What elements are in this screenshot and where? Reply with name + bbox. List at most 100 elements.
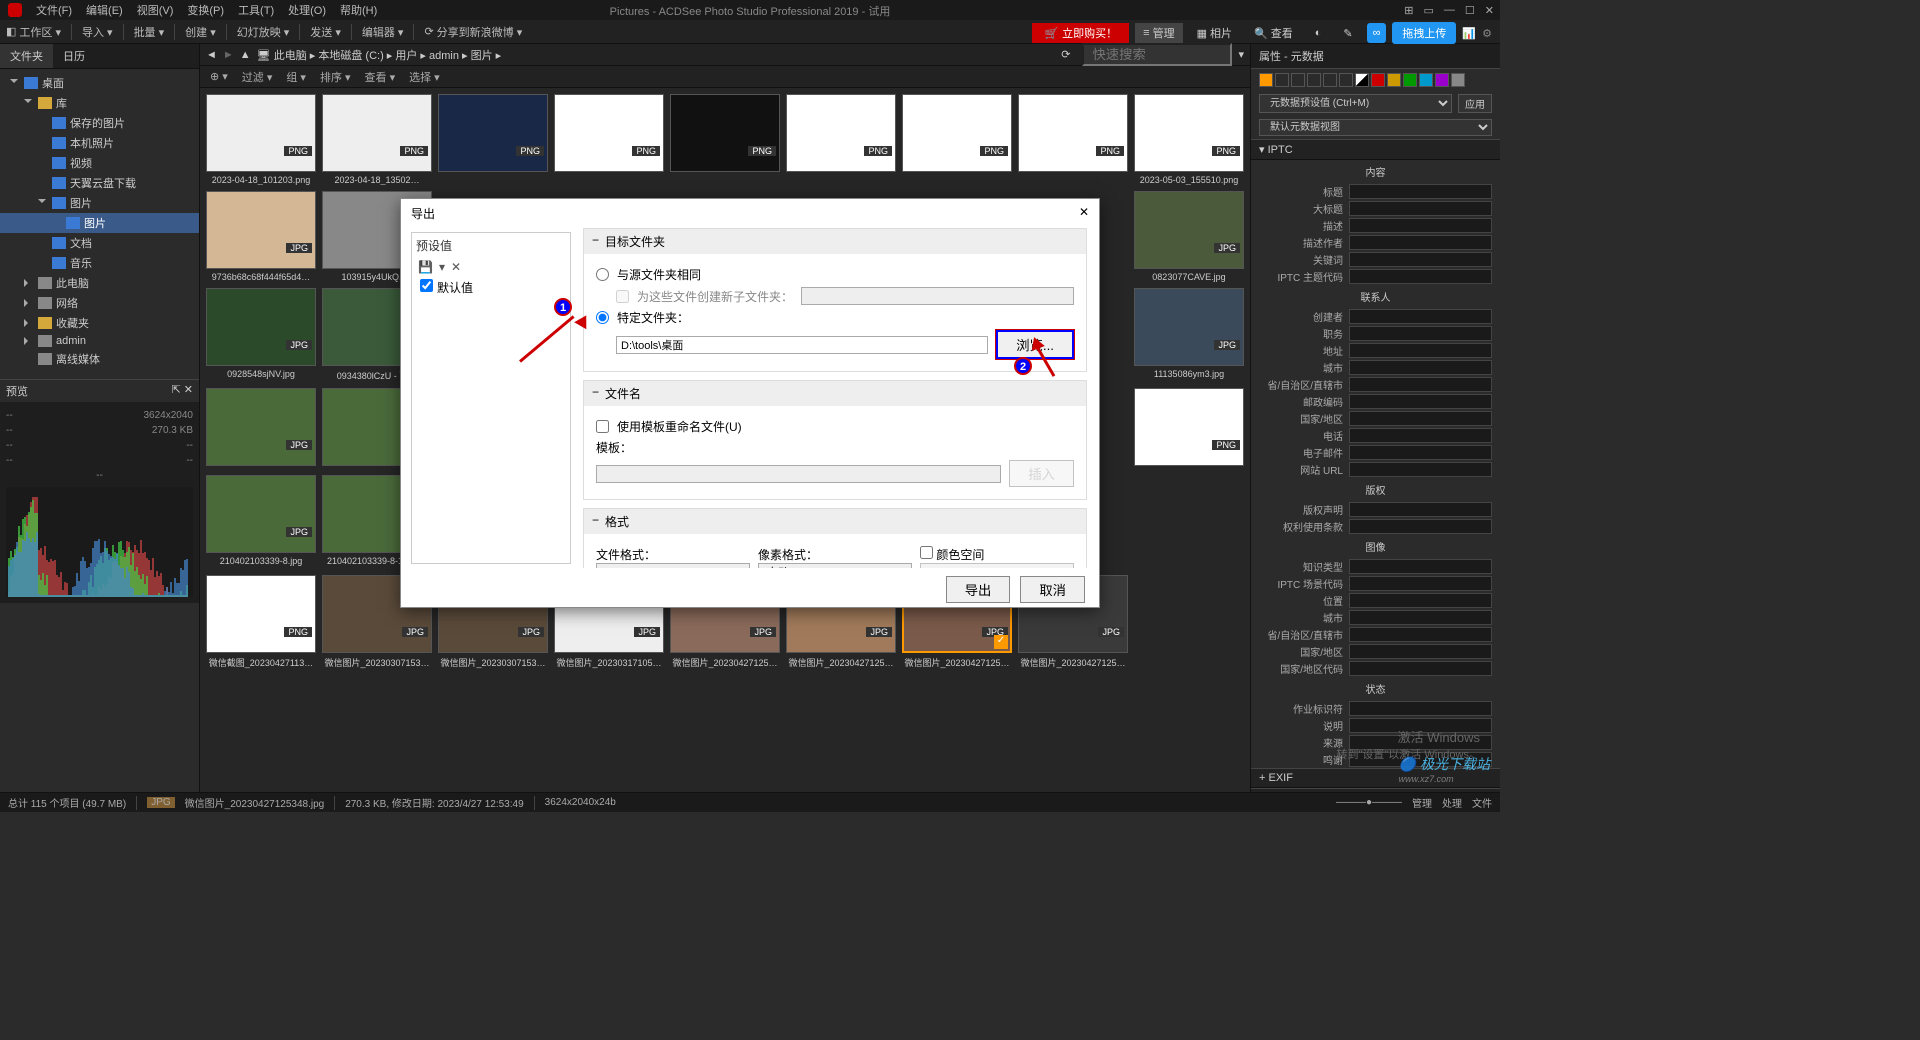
tb-send[interactable]: 发送 ▾ bbox=[310, 24, 341, 40]
tb-share[interactable]: ⟳ 分享到新浪微博 ▾ bbox=[424, 24, 522, 40]
mode-view[interactable]: 🔍 查看 bbox=[1246, 23, 1301, 43]
meta-input[interactable] bbox=[1349, 502, 1492, 517]
filter-sort[interactable]: 排序 ▾ bbox=[320, 69, 351, 85]
menu-file[interactable]: 文件(F) bbox=[36, 2, 72, 18]
tree-item[interactable]: 收藏夹 bbox=[0, 313, 199, 333]
rate-5[interactable] bbox=[1339, 73, 1353, 87]
tree-item[interactable]: admin bbox=[0, 333, 199, 349]
section-acdsee[interactable]: + ACDSee 元数据 bbox=[1251, 788, 1500, 792]
gear-icon[interactable]: ⚙ bbox=[1482, 27, 1492, 40]
meta-input[interactable] bbox=[1349, 252, 1492, 267]
tree-item[interactable]: 文档 bbox=[0, 233, 199, 253]
meta-input[interactable] bbox=[1349, 201, 1492, 216]
meta-input[interactable] bbox=[1349, 627, 1492, 642]
apply-button[interactable]: 应用 bbox=[1458, 94, 1492, 113]
meta-input[interactable] bbox=[1349, 411, 1492, 426]
tree-item[interactable]: 此电脑 bbox=[0, 273, 199, 293]
upload-button[interactable]: 拖拽上传 bbox=[1392, 22, 1456, 44]
rate-2[interactable] bbox=[1291, 73, 1305, 87]
filter-select[interactable]: 选择 ▾ bbox=[409, 69, 440, 85]
tab-folders[interactable]: 文件夹 bbox=[0, 44, 53, 68]
status-process[interactable]: 处理 bbox=[1442, 795, 1462, 810]
tree-item[interactable]: 保存的图片 bbox=[0, 113, 199, 133]
meta-input[interactable] bbox=[1349, 394, 1492, 409]
label-purple[interactable] bbox=[1435, 73, 1449, 87]
menu-view[interactable]: 视图(V) bbox=[137, 2, 174, 18]
preset-delete-icon[interactable]: ✕ bbox=[451, 260, 461, 274]
preset-default-check[interactable] bbox=[420, 279, 433, 292]
thumbnail[interactable]: JPG0928548sjNV.jpg bbox=[206, 288, 316, 382]
mode-x1[interactable]: ◐ bbox=[1307, 25, 1330, 41]
color-orange[interactable] bbox=[1259, 73, 1273, 87]
thumbnail[interactable]: JPG11135086ym3.jpg bbox=[1134, 288, 1244, 382]
nav-back-icon[interactable]: ◄ bbox=[206, 49, 217, 61]
meta-input[interactable] bbox=[1349, 559, 1492, 574]
tree-item[interactable]: 桌面 bbox=[0, 73, 199, 93]
section-format-header[interactable]: −格式 bbox=[584, 509, 1086, 534]
section-iptc[interactable]: ▾ IPTC bbox=[1251, 139, 1500, 160]
meta-input[interactable] bbox=[1349, 428, 1492, 443]
label-yellow[interactable] bbox=[1387, 73, 1401, 87]
meta-input[interactable] bbox=[1349, 519, 1492, 534]
preset-dropdown-icon[interactable]: ▾ bbox=[439, 260, 445, 274]
mode-manage[interactable]: ≡ 管理 bbox=[1135, 23, 1182, 43]
thumbnail[interactable]: PNG bbox=[554, 94, 664, 185]
meta-input[interactable] bbox=[1349, 184, 1492, 199]
tree-item[interactable]: 离线媒体 bbox=[0, 349, 199, 369]
meta-input[interactable] bbox=[1349, 326, 1492, 341]
section-filename-header[interactable]: −文件名 bbox=[584, 381, 1086, 406]
preset-save-icon[interactable]: 💾 bbox=[418, 260, 433, 274]
meta-input[interactable] bbox=[1349, 218, 1492, 233]
status-file[interactable]: 文件 bbox=[1472, 795, 1492, 810]
thumbnail[interactable]: JPG9736b68c68f444f65d4… bbox=[206, 191, 316, 282]
menu-transform[interactable]: 变换(P) bbox=[187, 2, 224, 18]
mode-x2[interactable]: ✎ bbox=[1335, 25, 1360, 42]
buy-button[interactable]: 🛒 立即购买！ bbox=[1032, 23, 1129, 43]
radio-same-folder[interactable] bbox=[596, 268, 609, 281]
rate-4[interactable] bbox=[1323, 73, 1337, 87]
meta-input[interactable] bbox=[1349, 343, 1492, 358]
help-icon[interactable]: ▾ bbox=[1238, 48, 1244, 61]
meta-input[interactable] bbox=[1349, 462, 1492, 477]
tree-item[interactable]: 天翼云盘下载 bbox=[0, 173, 199, 193]
metadata-preset-select[interactable]: 元数据预设值 (Ctrl+M) bbox=[1259, 94, 1452, 113]
pixel-format-select[interactable]: 自动 bbox=[758, 563, 912, 568]
meta-input[interactable] bbox=[1349, 377, 1492, 392]
file-format-select[interactable]: JPG - JPEG bbox=[596, 563, 750, 568]
filter-view[interactable]: 查看 ▾ bbox=[365, 69, 396, 85]
thumbnail[interactable]: PNG bbox=[670, 94, 780, 185]
tree-item[interactable]: 音乐 bbox=[0, 253, 199, 273]
section-dest-header[interactable]: −目标文件夹 bbox=[584, 229, 1086, 254]
cloud-icon[interactable]: ∞ bbox=[1367, 23, 1387, 43]
rating-colors[interactable] bbox=[1251, 69, 1500, 91]
thumbnail[interactable]: PNG微信截图_20230427113… bbox=[206, 575, 316, 669]
meta-input[interactable] bbox=[1349, 644, 1492, 659]
metadata-view-select[interactable]: 默认元数据视图 bbox=[1259, 119, 1492, 136]
tree-item[interactable]: 库 bbox=[0, 93, 199, 113]
refresh-icon[interactable]: ⟳ bbox=[1061, 48, 1070, 61]
rate-1[interactable] bbox=[1275, 73, 1289, 87]
label-bw[interactable] bbox=[1355, 73, 1369, 87]
dest-path-input[interactable] bbox=[616, 336, 988, 354]
status-manage[interactable]: 管理 bbox=[1412, 795, 1432, 810]
thumbnail[interactable]: PNG2023-05-03_155510.png bbox=[1134, 94, 1244, 185]
meta-input[interactable] bbox=[1349, 445, 1492, 460]
mode-photos[interactable]: ▦ 相片 bbox=[1189, 23, 1240, 43]
chart-icon[interactable]: 📊 bbox=[1462, 27, 1476, 40]
meta-input[interactable] bbox=[1349, 701, 1492, 716]
filter-group[interactable]: 组 ▾ bbox=[286, 69, 306, 85]
export-button[interactable]: 导出 bbox=[946, 576, 1011, 603]
label-green[interactable] bbox=[1403, 73, 1417, 87]
btn-maximize-icon[interactable]: ☐ bbox=[1465, 4, 1475, 17]
check-use-template[interactable] bbox=[596, 420, 609, 433]
menu-process[interactable]: 处理(O) bbox=[288, 2, 326, 18]
nav-fwd-icon[interactable]: ► bbox=[223, 49, 234, 61]
label-red[interactable] bbox=[1371, 73, 1385, 87]
thumbnail[interactable]: PNG bbox=[438, 94, 548, 185]
filter-filter[interactable]: 过滤 ▾ bbox=[242, 69, 273, 85]
cancel-button[interactable]: 取消 bbox=[1020, 576, 1085, 603]
meta-input[interactable] bbox=[1349, 661, 1492, 676]
meta-input[interactable] bbox=[1349, 360, 1492, 375]
btn-minimize-icon[interactable]: — bbox=[1444, 4, 1455, 17]
thumbnail[interactable]: PNG2023-04-18_101203.png bbox=[206, 94, 316, 185]
